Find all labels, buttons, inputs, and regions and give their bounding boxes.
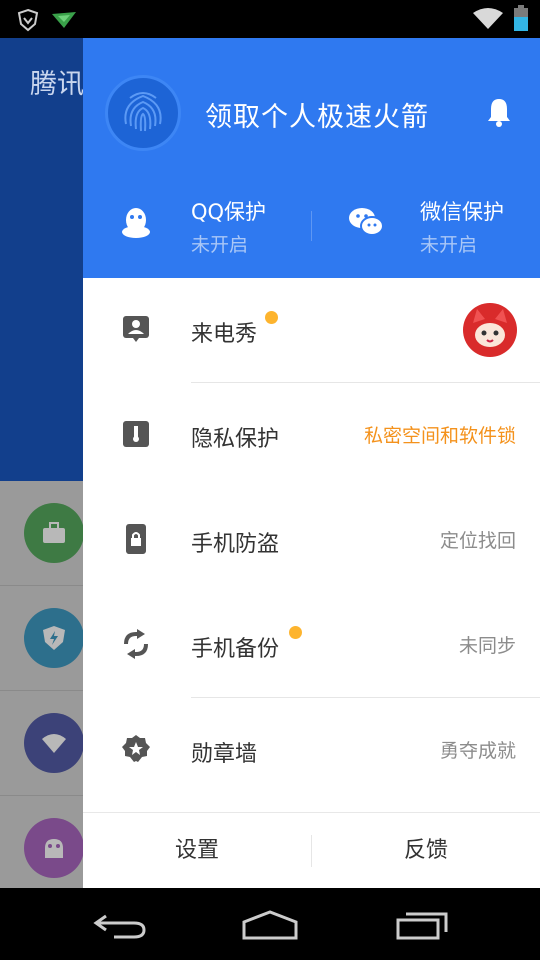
navigation-bar <box>0 888 540 960</box>
status-bar <box>0 0 540 38</box>
security-bolt-icon <box>24 608 84 668</box>
menu-item-anti-theft[interactable]: 手机防盗 定位找回 <box>83 488 540 593</box>
settings-button[interactable]: 设置 <box>83 813 311 889</box>
qq-protection-title: QQ保护 <box>191 200 267 224</box>
menu-label-privacy: 隐私保护 <box>191 427 280 452</box>
wifi-icon <box>24 713 84 773</box>
battery-icon <box>514 5 528 31</box>
navigation-drawer: 领取个人极速火箭 QQ保护 未开启 微信保护 未开启 来电秀 隐私保护 私密空间… <box>83 38 540 888</box>
new-badge-dot <box>265 311 278 324</box>
medal-badge-icon <box>122 735 150 762</box>
menu-label-anti-theft: 手机防盗 <box>191 532 280 557</box>
feedback-button[interactable]: 反馈 <box>312 813 540 889</box>
drawer-footer: 设置 反馈 <box>83 812 540 889</box>
menu-item-caller-show[interactable]: 来电秀 <box>83 278 540 383</box>
qq-penguin-icon <box>122 208 150 238</box>
menu-value-anti-theft: 定位找回 <box>439 530 516 552</box>
wechat-protection-status: 未开启 <box>420 234 478 256</box>
drawer-header: 领取个人极速火箭 QQ保护 未开启 微信保护 未开启 <box>83 38 540 278</box>
menu-label-medals: 勋章墙 <box>191 742 258 767</box>
wechat-icon <box>349 208 384 236</box>
cartoon-avatar-icon <box>463 303 517 357</box>
contact-card-icon <box>123 316 149 342</box>
shield-icon <box>17 8 39 32</box>
fingerprint-avatar[interactable] <box>105 75 181 151</box>
sync-icon <box>124 629 148 659</box>
drawer-header-title[interactable]: 领取个人极速火箭 <box>205 95 429 134</box>
back-icon[interactable] <box>90 910 150 940</box>
home-icon[interactable] <box>240 908 300 942</box>
menu-item-medals[interactable]: 勋章墙 勇夺成就 <box>83 698 540 803</box>
bell-icon[interactable] <box>483 96 515 128</box>
background-app-title: 腾讯 <box>30 69 84 100</box>
menu-label-caller-show: 来电秀 <box>191 322 258 347</box>
recent-apps-icon[interactable] <box>392 908 452 942</box>
fingerprint-icon <box>124 92 162 132</box>
wechat-protection[interactable]: 微信保护 未开启 <box>312 196 540 256</box>
menu-label-backup: 手机备份 <box>191 637 280 662</box>
menu-item-backup[interactable]: 手机备份 未同步 <box>83 593 540 698</box>
new-badge-dot <box>289 626 302 639</box>
toolbox-icon <box>24 503 84 563</box>
wechat-protection-title: 微信保护 <box>420 200 504 224</box>
notification-app-icon <box>52 12 76 28</box>
qq-protection[interactable]: QQ保护 未开启 <box>83 196 311 256</box>
android-icon <box>24 818 84 878</box>
wifi-icon <box>473 8 503 29</box>
menu-value-backup: 未同步 <box>458 635 516 657</box>
qq-protection-status: 未开启 <box>191 234 249 256</box>
privacy-lock-icon <box>123 421 149 447</box>
menu-item-privacy[interactable]: 隐私保护 私密空间和软件锁 <box>83 383 540 488</box>
menu-value-medals: 勇夺成就 <box>439 740 516 762</box>
phone-lock-icon <box>126 524 146 554</box>
menu-value-privacy: 私密空间和软件锁 <box>363 425 516 447</box>
